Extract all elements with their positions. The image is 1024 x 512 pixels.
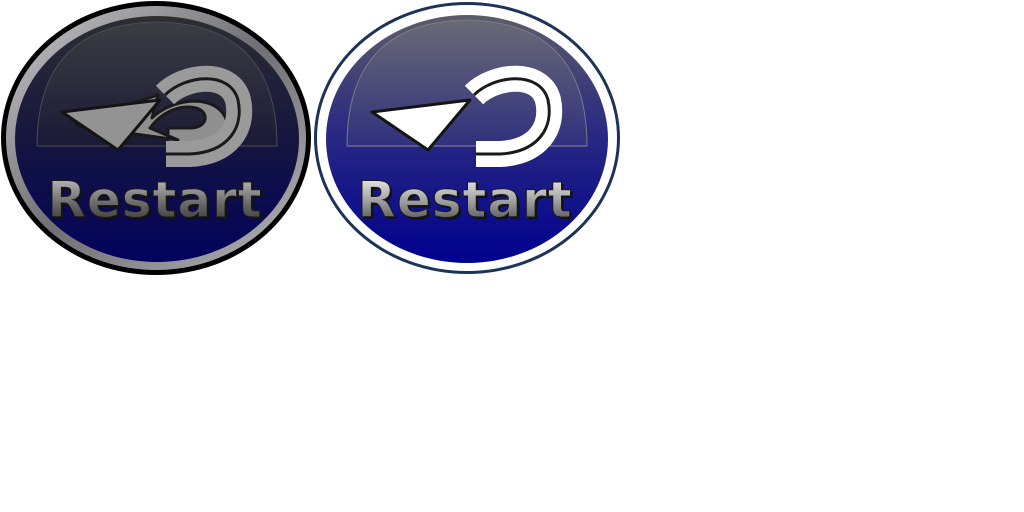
restart-button-normal[interactable]: Restart Restart (0, 0, 312, 276)
restart-button-sprite-sheet: Restart Restart Restart Restart (0, 0, 1024, 512)
restart-label: Restart (357, 171, 572, 229)
restart-button-hover-graphic: Restart Restart (314, 2, 620, 274)
restart-button-normal-graphic: Restart Restart (1, 1, 311, 275)
restart-label: Restart (47, 171, 262, 229)
restart-button-hover[interactable]: Restart Restart (312, 0, 624, 276)
